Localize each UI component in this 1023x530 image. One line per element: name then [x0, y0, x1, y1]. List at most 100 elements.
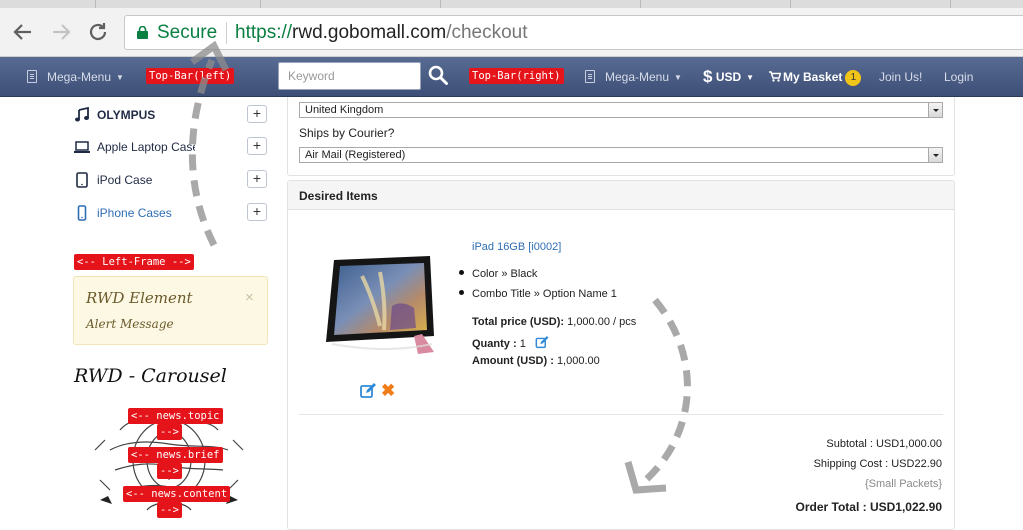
news-brief-tag: <-- news.brief: [128, 447, 223, 463]
divider: [299, 414, 943, 415]
tab-strip: [0, 0, 1023, 8]
keyword-search-input[interactable]: [278, 62, 421, 90]
quantity-value: 1: [519, 338, 526, 350]
subtotal: Subtotal : USD1,000.00: [826, 438, 942, 450]
top-bar-left-tag: Top-Bar(left): [146, 68, 235, 84]
basket-count-badge: 1: [845, 70, 862, 86]
country-value: United Kingdom: [305, 104, 384, 116]
music-note-icon: [75, 107, 89, 122]
search-icon[interactable]: [428, 65, 448, 85]
dropdown-arrow-icon: [928, 103, 942, 117]
lock-icon: [137, 26, 148, 39]
tab-divider: [440, 0, 441, 8]
expand-button[interactable]: +: [247, 203, 267, 221]
currency-dropdown[interactable]: $ USD ▼: [703, 57, 754, 97]
packet-type: {Small Packets}: [864, 478, 942, 490]
news-topic-end-tag: -->: [157, 424, 182, 440]
dollar-icon: $: [703, 67, 713, 86]
amount-row: Amount (USD) : 1,000.00: [472, 355, 600, 367]
news-topic-tag: <-- news.topic: [128, 408, 223, 424]
site-top-bar: Mega-Menu ▼ Top-Bar(left) Top-Bar(right) …: [0, 57, 1023, 97]
courier-label: Ships by Courier?: [299, 126, 395, 140]
sidebar-item-label: Apple Laptop Case: [97, 140, 195, 154]
carousel-title: RWD - Carousel: [74, 365, 227, 387]
edit-item-icon[interactable]: [360, 383, 376, 399]
total-price-row: Total price (USD): 1,000.00 / pcs: [472, 316, 636, 328]
sidebar-item-iphone-cases[interactable]: iPhone Cases +: [74, 203, 268, 223]
tab-divider: [95, 0, 96, 8]
mega-menu-left[interactable]: Mega-Menu ▼: [27, 57, 124, 97]
basket-button[interactable]: My Basket 1: [769, 57, 862, 97]
browser-toolbar: Secure https://rwd.gobomall.com/checkout: [0, 0, 1023, 57]
mega-menu-right[interactable]: Mega-Menu ▼: [585, 57, 682, 97]
total-price-label: Total price (USD):: [472, 316, 565, 328]
sidebar-item-label: iPhone Cases: [97, 206, 172, 220]
mega-menu-left-label: Mega-Menu: [47, 70, 112, 84]
dropdown-arrow-icon: [928, 148, 942, 162]
forward-button[interactable]: [49, 20, 73, 44]
total-price-value: 1,000.00 / pcs: [567, 316, 637, 328]
left-frame-tag: <-- Left-Frame -->: [74, 254, 194, 270]
expand-button[interactable]: +: [247, 170, 267, 188]
document-icon: [27, 70, 37, 83]
product-attribute: Color » Black: [459, 268, 537, 280]
alert-message: Alert Message: [86, 317, 174, 331]
reload-icon: [89, 23, 107, 41]
login-link[interactable]: Login: [944, 57, 973, 97]
tab-divider: [790, 0, 791, 8]
mega-menu-right-label: Mega-Menu: [605, 70, 670, 84]
sidebar-item-label: OLYMPUS: [97, 108, 156, 122]
shipping-cost: Shipping Cost : USD22.90: [813, 458, 942, 470]
product-link[interactable]: iPad 16GB [i0002]: [472, 241, 561, 253]
quantity-row: Quanty : 1: [472, 336, 549, 350]
sidebar-item-apple-laptop-case[interactable]: Apple Laptop Case +: [74, 137, 268, 157]
document-icon: [585, 70, 595, 83]
laptop-icon: [74, 141, 90, 153]
forward-arrow-icon: [53, 24, 71, 40]
news-brief-end-tag: -->: [157, 463, 182, 479]
url-scheme: https://: [235, 22, 293, 43]
amount-value: 1,000.00: [556, 355, 600, 367]
courier-value: Air Mail (Registered): [305, 149, 406, 161]
back-arrow-icon: [13, 24, 31, 40]
sidebar-item-label: iPod Case: [97, 173, 153, 187]
caret-down-icon: ▼: [116, 73, 124, 82]
tablet-icon: [76, 172, 88, 188]
close-icon[interactable]: ×: [245, 289, 254, 306]
alert-title: RWD Element: [86, 289, 193, 307]
caret-down-icon: ▼: [674, 73, 682, 82]
tab-divider: [950, 0, 951, 8]
secure-label: Secure: [157, 22, 218, 43]
address-separator: [226, 22, 227, 44]
expand-button[interactable]: +: [247, 137, 267, 155]
order-total: Order Total : USD1,022.90: [795, 500, 943, 514]
caret-down-icon: ▼: [746, 73, 755, 82]
news-content-end-tag: -->: [157, 502, 182, 518]
amount-label: Amount (USD) :: [472, 355, 554, 367]
tab-divider: [260, 0, 261, 8]
url-host: rwd.gobomall.com: [292, 22, 447, 43]
panel-title: Desired Items: [299, 189, 378, 203]
basket-label: My Basket: [783, 70, 843, 84]
currency-label: USD: [715, 70, 742, 84]
url-path: /checkout: [446, 22, 528, 43]
reload-button[interactable]: [86, 20, 110, 44]
top-bar-right-tag: Top-Bar(right): [469, 68, 564, 84]
edit-quantity-icon[interactable]: [535, 336, 549, 349]
product-image[interactable]: [322, 256, 438, 358]
phone-icon: [77, 205, 87, 221]
alert-box: RWD Element Alert Message ×: [73, 276, 268, 345]
back-button[interactable]: [11, 20, 35, 44]
country-select[interactable]: United Kingdom: [299, 102, 943, 118]
join-link[interactable]: Join Us!: [879, 57, 922, 97]
panel-header: Desired Items: [288, 181, 954, 210]
address-bar[interactable]: Secure https://rwd.gobomall.com/checkout: [124, 15, 1023, 50]
sidebar-item-olympus[interactable]: OLYMPUS +: [74, 105, 268, 125]
sidebar-item-ipod-case[interactable]: iPod Case +: [74, 170, 268, 190]
courier-select[interactable]: Air Mail (Registered): [299, 147, 943, 163]
url-text[interactable]: https://rwd.gobomall.com/checkout: [235, 22, 528, 44]
expand-button[interactable]: +: [247, 105, 267, 123]
news-content-tag: <-- news.content: [123, 486, 231, 502]
tab-divider: [640, 0, 641, 8]
delete-item-icon[interactable]: ✖: [381, 382, 395, 399]
